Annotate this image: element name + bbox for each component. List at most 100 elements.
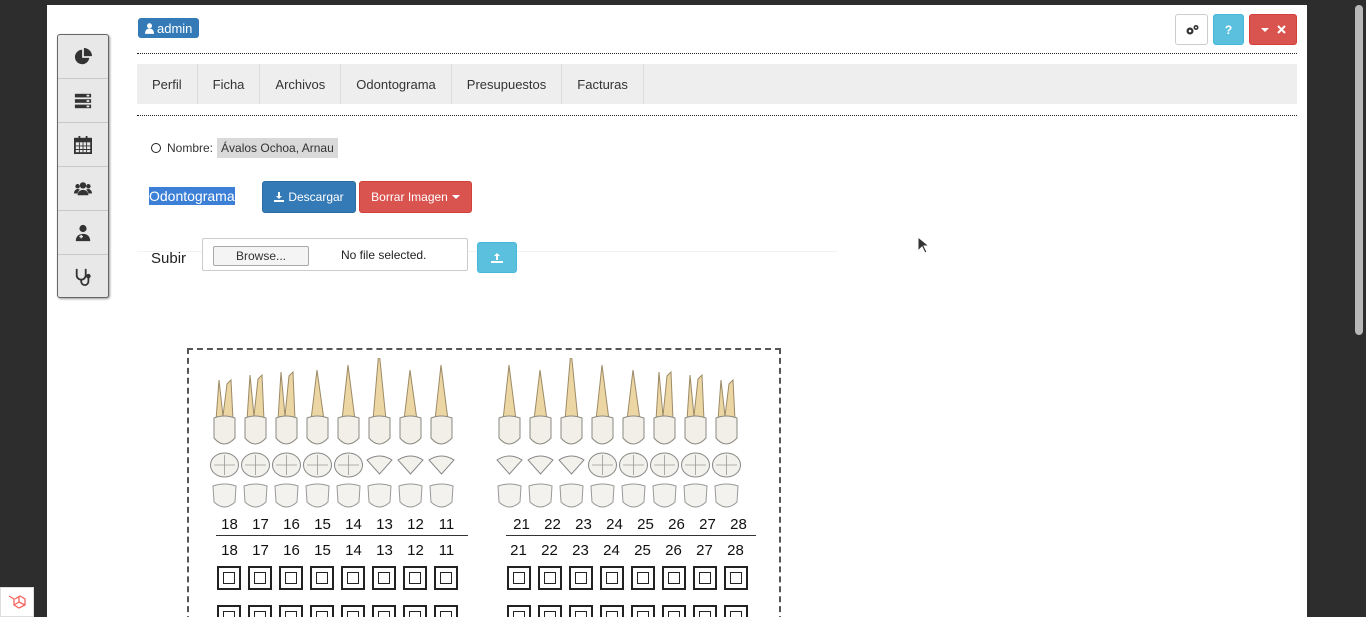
tooth-crown [336,483,361,508]
tooth-occlusal [558,455,585,475]
tooth-box [662,566,686,590]
tooth-number: 27 [696,542,713,559]
tab-bar: Perfil Ficha Archivos Odontograma Presup… [137,64,1297,104]
tooth-drawing [591,364,614,445]
tooth-box [600,605,624,617]
settings-button[interactable] [1175,14,1208,45]
delete-label: Borrar Imagen [371,190,448,204]
radio-icon [151,143,161,153]
close-menu-button[interactable] [1249,14,1297,45]
tooth [426,358,457,450]
tooth-occlusal [272,452,301,478]
delete-image-button[interactable]: Borrar Imagen [359,181,472,213]
tooth-boxes-left [217,566,458,590]
scrollbar[interactable] [1355,5,1363,335]
sidebar-item-doctors[interactable] [58,211,108,255]
tooth-boxes-left-2 [217,605,458,617]
tooth-label: 15 [314,516,331,533]
tooth [209,358,240,450]
tooth-label: 14 [345,516,362,533]
tab-presupuestos[interactable]: Presupuestos [452,64,563,104]
user-md-icon [75,224,91,241]
patient-name-row: Nombre: Ávalos Ochoa, Arnau [151,138,338,158]
tooth-label: 12 [407,516,424,533]
crown-teeth-right [494,482,742,512]
tooth-crown [559,483,584,508]
tooth-label: 25 [637,516,654,533]
sidebar-item-servers[interactable] [58,79,108,123]
sidebar-item-users[interactable] [58,167,108,211]
tooth-crown [528,483,553,508]
tooth-box [217,605,241,617]
tooth-box [403,605,427,617]
tooth-occlusal [241,452,270,478]
tooth-label: 28 [730,516,747,533]
server-icon [74,93,92,108]
tooth-occlusal [650,452,679,478]
caret-down-icon [451,195,460,199]
upper-labels-left: 18 17 16 15 14 13 12 11 [214,516,462,533]
tooth-label: 16 [283,516,300,533]
sidebar-item-clinic[interactable] [58,255,108,298]
tooth-number: 15 [314,542,331,559]
tooth-crown [429,483,454,508]
tab-archivos[interactable]: Archivos [260,64,342,104]
tooth-box [538,605,562,617]
tooth-label: 17 [252,516,269,533]
tooth-crown [212,483,237,508]
tooth-box [724,566,748,590]
tabs-divider [137,115,1297,117]
tooth-crown [305,483,330,508]
download-button[interactable]: Descargar [262,181,356,213]
tooth [680,358,711,450]
odontograma-title: Odontograma [149,187,235,205]
upper-teeth-right [494,358,742,450]
download-label: Descargar [288,190,344,204]
tooth-drawing [560,358,583,445]
tooth-drawing [306,369,329,445]
tooth-number: 28 [727,542,744,559]
sidebar-item-stats[interactable] [58,35,108,79]
numbers-left: 18 17 16 15 14 13 12 11 [214,542,462,559]
tab-ficha[interactable]: Ficha [198,64,261,104]
tooth-box [248,566,272,590]
name-label: Nombre: [167,141,214,155]
tooth-drawing [684,373,707,445]
tooth-crown [714,483,739,508]
tooth-occlusal [527,455,554,475]
help-button[interactable]: ? [1213,14,1244,45]
tooth-box [310,605,334,617]
upper-labels-right: 21 22 23 24 25 26 27 28 [506,516,754,533]
tooth-crown [398,483,423,508]
user-badge[interactable]: admin [138,18,200,38]
tooth-number: 24 [603,542,620,559]
sidebar-item-calendar[interactable] [58,123,108,167]
file-input[interactable]: Browse... No file selected. [202,238,468,271]
tooth-box [279,605,303,617]
tooth-crown [274,483,299,508]
numbers-right: 21 22 23 24 25 26 27 28 [503,542,751,559]
tooth-box [372,605,396,617]
tooth-label: 24 [606,516,623,533]
browse-button[interactable]: Browse... [213,246,309,266]
upload-button[interactable] [477,242,517,273]
tooth-number: 23 [572,542,589,559]
upper-teeth-left [209,358,457,450]
tooth-drawing [244,373,267,445]
tooth-drawing [337,364,360,445]
tooth [240,358,271,450]
name-value: Ávalos Ochoa, Arnau [217,138,338,158]
tooth-box [434,566,458,590]
tooth-drawing [653,370,676,445]
tooth-occlusal [619,452,648,478]
tab-facturas[interactable]: Facturas [562,64,644,104]
tab-perfil[interactable]: Perfil [137,64,198,104]
laravel-debug-icon[interactable] [0,587,34,617]
tooth [556,358,587,450]
tooth-box [279,566,303,590]
pie-chart-icon [74,47,92,64]
stethoscope-icon [75,268,91,286]
close-icon [1276,25,1286,34]
tab-odontograma[interactable]: Odontograma [341,64,452,104]
tooth-occlusal [588,452,617,478]
